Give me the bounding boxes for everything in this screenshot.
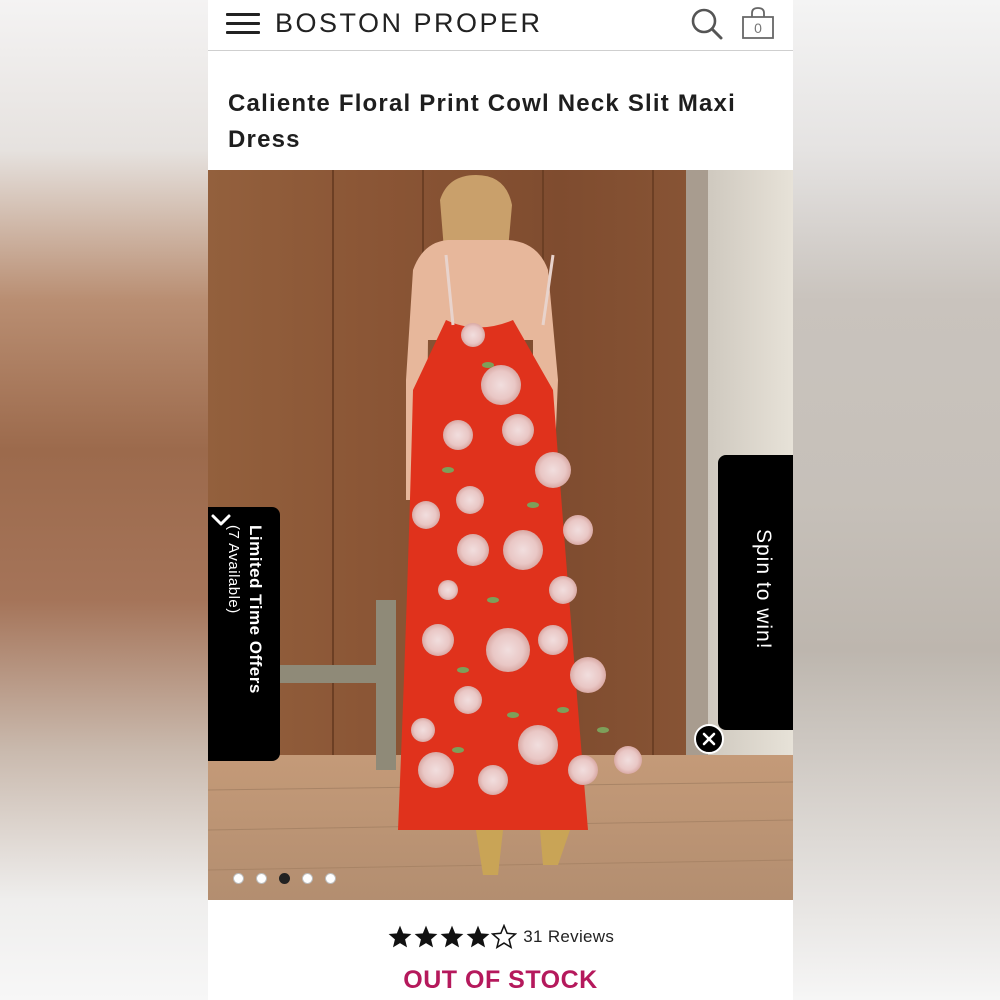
offers-title: Limited Time Offers [246,525,265,694]
carousel-dot-2[interactable] [256,873,267,884]
star-empty-icon [490,924,517,950]
limited-time-offers-tab[interactable]: Limited Time Offers (7 Available) [208,507,280,761]
product-rating[interactable]: 31 Reviews [208,924,793,954]
star-filled-icon [414,925,438,948]
background-blur-left [0,0,208,1000]
star-filled-icon [466,925,490,948]
carousel-dot-1[interactable] [233,873,244,884]
spin-to-win-label: Spin to win! [752,529,775,650]
star-filled-icon [388,925,412,948]
limited-time-offers-label: Limited Time Offers (7 Available) [225,525,265,694]
background-blur-right [793,0,1000,1000]
close-icon[interactable] [694,724,724,754]
offers-count: (7 Available) [225,525,242,614]
carousel-dot-3[interactable] [279,873,290,884]
product-photo [208,170,793,900]
carousel-dot-5[interactable] [325,873,336,884]
star-rating [387,924,517,950]
site-header: BOSTON PROPER 0 [208,0,793,51]
mobile-page: BOSTON PROPER 0 Caliente Floral Print Co… [208,0,793,1000]
chevron-down-icon [211,514,231,526]
product-title: Caliente Floral Print Cowl Neck Slit Max… [228,90,736,153]
star-filled-icon [440,925,464,948]
stock-status: OUT OF STOCK [403,966,598,994]
carousel-dot-4[interactable] [302,873,313,884]
hamburger-menu-icon[interactable] [226,13,260,35]
close-x-icon [702,732,716,746]
bag-count: 0 [754,20,762,36]
reviews-link[interactable]: 31 Reviews [523,927,614,947]
search-icon[interactable] [690,6,724,42]
shopping-bag-icon[interactable]: 0 [740,5,776,41]
brand-logo[interactable]: BOSTON PROPER [275,8,543,39]
product-image[interactable]: Limited Time Offers (7 Available) Spin t… [208,170,793,900]
spin-to-win-tab[interactable]: Spin to win! [718,455,793,730]
